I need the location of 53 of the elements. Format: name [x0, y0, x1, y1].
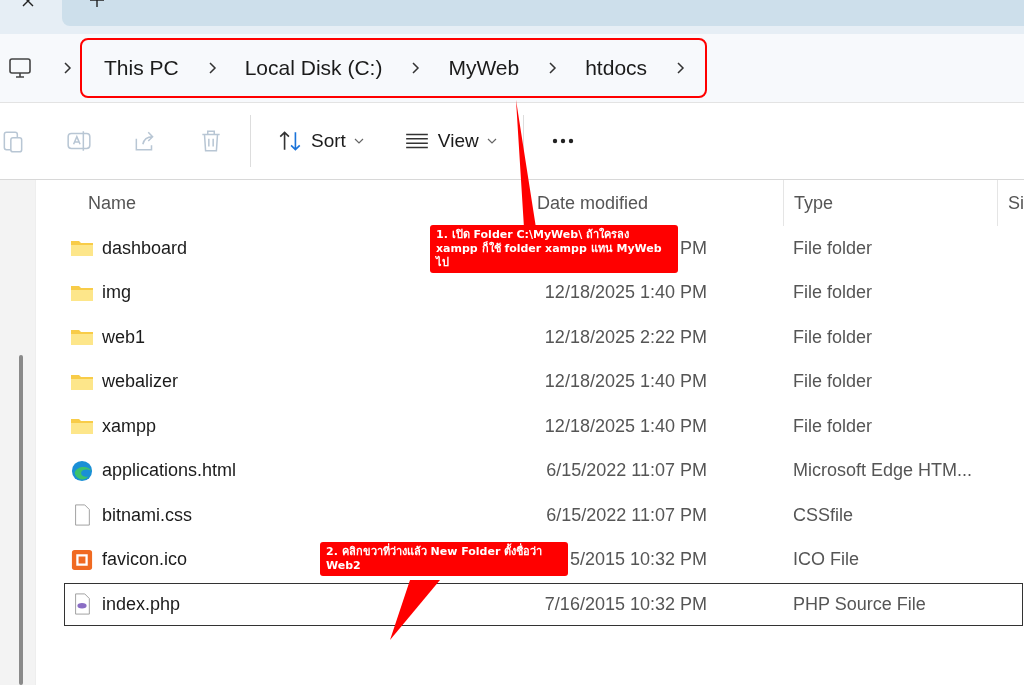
type-cell-text: ICO File: [793, 549, 860, 571]
type-cell-text: File folder: [793, 415, 873, 437]
file-name: applications.html: [102, 460, 237, 482]
computer-icon[interactable]: [8, 56, 32, 80]
file-name: xampp: [102, 415, 156, 437]
breadcrumb-item[interactable]: This PC: [104, 56, 207, 80]
sort-arrows-icon: [277, 128, 303, 154]
view-button[interactable]: View: [383, 121, 517, 161]
chevron-icon[interactable]: [410, 61, 421, 75]
file-name: dashboard: [102, 237, 188, 259]
browser-icon: [70, 459, 94, 482]
type-cell-text: File folder: [793, 326, 873, 348]
breadcrumb-item[interactable]: htdocs: [585, 56, 676, 80]
file-name: favicon.ico: [102, 549, 188, 571]
chevron-icon[interactable]: [62, 61, 72, 75]
chevron-icon[interactable]: [675, 61, 686, 75]
chevron-icon[interactable]: [547, 61, 558, 75]
sort-button[interactable]: Sort: [257, 121, 384, 161]
file-name: web1: [102, 326, 145, 348]
date-cell: 7/16/2015 10:32 PM: [544, 593, 707, 615]
rename-icon: [66, 128, 92, 154]
date-cell: 6/15/2022 11:07 PM: [546, 504, 707, 526]
annotation-callout: 1. เปิด Folder C:\MyWeb\ ถ้าใครลง xampp ก็ใช้ folder xampp แทน MyWeb ไป: [430, 225, 678, 273]
type-cell-text: File folder: [793, 282, 873, 304]
type-cell-text: File folder: [793, 237, 873, 259]
date-cell: 12/18/2025 2:22 PM: [544, 326, 707, 348]
date-cell: 12/18/2025 1:40 PM: [544, 282, 707, 304]
file-name: index.php: [102, 593, 181, 615]
file-name: bitnami.css: [102, 504, 192, 526]
annotation-callout: 2. คลิกขวาที่ว่างแล้ว New Folder ตั้งชื่อว่า Web2: [320, 542, 568, 576]
chevron-icon[interactable]: [206, 61, 217, 75]
type-cell-text: PHP Source File: [793, 593, 927, 615]
date-cell: 6/15/2022 11:07 PM: [546, 460, 707, 482]
scrollbar[interactable]: [19, 355, 23, 685]
breadcrumb-item[interactable]: Local Disk (C:): [244, 56, 411, 80]
file-name: webalizer: [102, 371, 179, 393]
date-cell: 5/2015 10:32 PM: [569, 549, 707, 571]
column-header[interactable]: Name: [63, 180, 526, 226]
file-name: img: [102, 282, 131, 304]
caret-icon: [353, 138, 364, 144]
app-icon: [70, 548, 94, 571]
breadcrumb-item[interactable]: MyWeb: [448, 56, 548, 80]
type-cell-text: CSSfile: [793, 504, 854, 526]
caret-icon: [486, 138, 497, 144]
selected-row-outline[interactable]: [64, 583, 1023, 626]
date-cell: PM: [680, 237, 707, 259]
type-cell-text: File folder: [793, 371, 873, 393]
column-header[interactable]: Type: [783, 180, 997, 226]
callout-pointer: [390, 580, 440, 640]
column-header[interactable]: Si: [997, 180, 1024, 226]
date-cell: 12/18/2025 1:40 PM: [544, 415, 707, 437]
date-cell: 12/18/2025 1:40 PM: [544, 371, 707, 393]
type-cell-text: Microsoft Edge HTM...: [793, 460, 974, 482]
